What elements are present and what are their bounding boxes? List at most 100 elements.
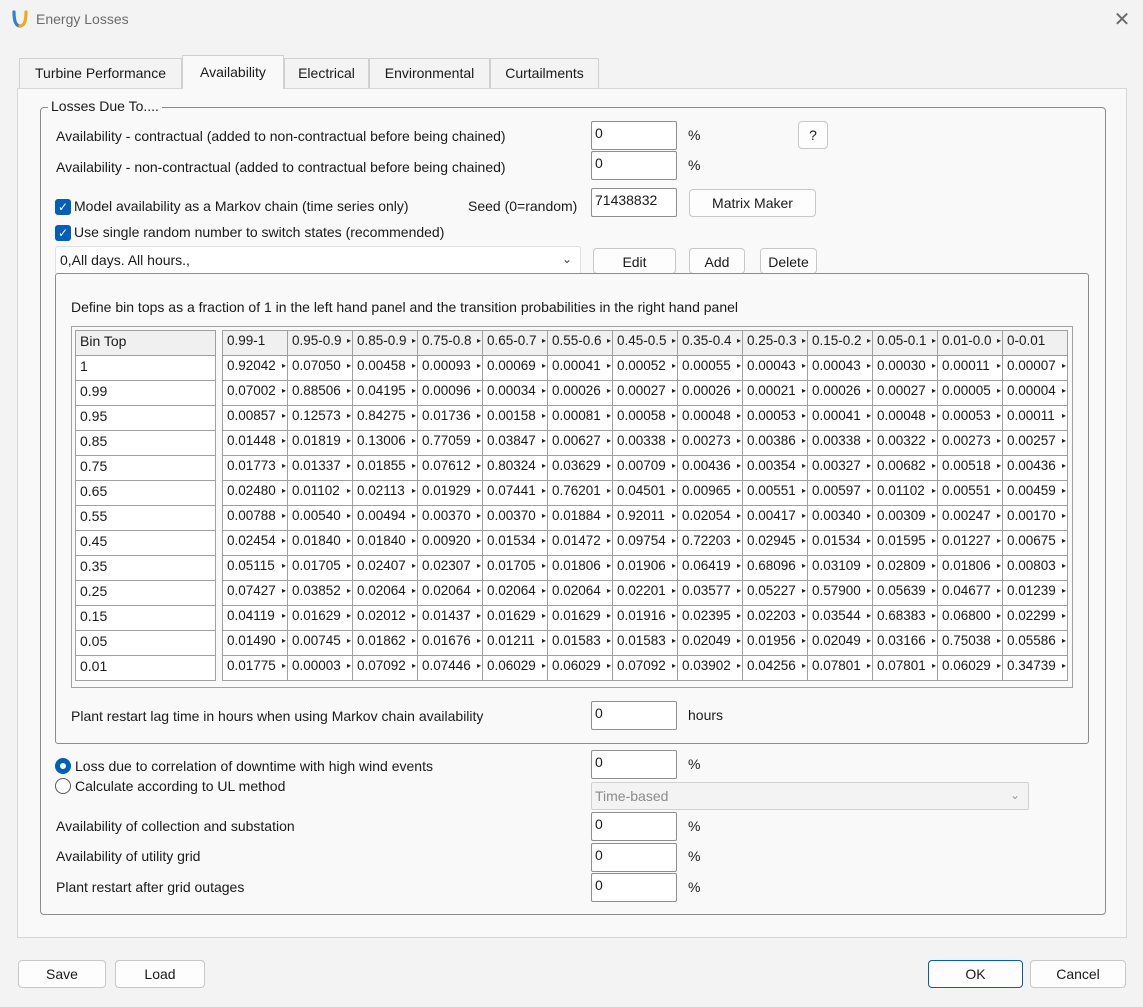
- matrix-cell[interactable]: 0.02064: [482, 580, 548, 606]
- tab-environmental[interactable]: Environmental: [369, 58, 490, 88]
- matrix-cell[interactable]: 0.00093: [417, 355, 483, 381]
- matrix-cell[interactable]: 0.04256: [742, 655, 808, 681]
- bin-top-cell[interactable]: 0.65: [75, 480, 216, 506]
- matrix-cell[interactable]: 0.01583: [612, 630, 678, 656]
- matrix-cell[interactable]: 0.01773: [222, 455, 288, 481]
- matrix-cell[interactable]: 0.00458: [352, 355, 418, 381]
- matrix-cell[interactable]: 0.07612: [417, 455, 483, 481]
- matrix-cell[interactable]: 0.01855: [352, 455, 418, 481]
- matrix-cell[interactable]: 0.77059: [417, 430, 483, 456]
- matrix-cell[interactable]: 0.01102: [287, 480, 353, 506]
- matrix-cell[interactable]: 0.12573: [287, 405, 353, 431]
- matrix-cell[interactable]: 0.00034: [482, 380, 548, 406]
- matrix-cell[interactable]: 0.00005: [937, 380, 1003, 406]
- matrix-cell[interactable]: 0.72203: [677, 530, 743, 556]
- matrix-maker-button[interactable]: Matrix Maker: [689, 189, 816, 217]
- help-button[interactable]: ?: [798, 121, 828, 149]
- bin-top-cell[interactable]: 0.15: [75, 605, 216, 631]
- matrix-cell[interactable]: 0.05639: [872, 580, 938, 606]
- matrix-cell[interactable]: 0.01629: [287, 605, 353, 631]
- matrix-cell[interactable]: 0.75038: [937, 630, 1003, 656]
- matrix-cell[interactable]: 0.00027: [872, 380, 938, 406]
- matrix-cell[interactable]: 0.05227: [742, 580, 808, 606]
- matrix-cell[interactable]: 0.02307: [417, 555, 483, 581]
- matrix-cell[interactable]: 0.00417: [742, 505, 808, 531]
- matrix-cell[interactable]: 0.03629: [547, 455, 613, 481]
- matrix-cell[interactable]: 0.00021: [742, 380, 808, 406]
- bin-top-cell[interactable]: 0.99: [75, 380, 216, 406]
- matrix-cell[interactable]: 0.01705: [287, 555, 353, 581]
- bin-top-cell[interactable]: 0.35: [75, 555, 216, 581]
- matrix-cell[interactable]: 0.01629: [482, 605, 548, 631]
- matrix-cell[interactable]: 0.01916: [612, 605, 678, 631]
- delete-button[interactable]: Delete: [760, 248, 817, 274]
- matrix-cell[interactable]: 0.00327: [807, 455, 873, 481]
- matrix-cell[interactable]: 0.00158: [482, 405, 548, 431]
- matrix-cell[interactable]: 0.00788: [222, 505, 288, 531]
- matrix-cell[interactable]: 0.80324: [482, 455, 548, 481]
- seed-input[interactable]: 71438832: [591, 188, 677, 217]
- matrix-cell[interactable]: 0.02480: [222, 480, 288, 506]
- matrix-cell[interactable]: 0.00682: [872, 455, 938, 481]
- matrix-cell[interactable]: 0.05586: [1002, 630, 1068, 656]
- matrix-cell[interactable]: 0.02407: [352, 555, 418, 581]
- restart-lag-input[interactable]: 0: [591, 701, 677, 730]
- matrix-cell[interactable]: 0.57900: [807, 580, 873, 606]
- high-wind-radio[interactable]: [55, 758, 71, 774]
- matrix-cell[interactable]: 0.00081: [547, 405, 613, 431]
- matrix-cell[interactable]: 0.00597: [807, 480, 873, 506]
- matrix-cell[interactable]: 0.01629: [547, 605, 613, 631]
- matrix-cell[interactable]: 0.03902: [677, 655, 743, 681]
- matrix-cell[interactable]: 0.02203: [742, 605, 808, 631]
- matrix-cell[interactable]: 0.00551: [742, 480, 808, 506]
- matrix-cell[interactable]: 0.68383: [872, 605, 938, 631]
- matrix-cell[interactable]: 0.00026: [677, 380, 743, 406]
- matrix-cell[interactable]: 0.07092: [352, 655, 418, 681]
- bin-top-cell[interactable]: 0.95: [75, 405, 216, 431]
- matrix-cell[interactable]: 0.00004: [1002, 380, 1068, 406]
- matrix-cell[interactable]: 0.04501: [612, 480, 678, 506]
- matrix-cell[interactable]: 0.00069: [482, 355, 548, 381]
- save-button[interactable]: Save: [18, 960, 106, 988]
- matrix-cell[interactable]: 0.00030: [872, 355, 938, 381]
- matrix-cell[interactable]: 0.00043: [807, 355, 873, 381]
- matrix-cell[interactable]: 0.00370: [482, 505, 548, 531]
- matrix-cell[interactable]: 0.07801: [872, 655, 938, 681]
- matrix-cell[interactable]: 0.04677: [937, 580, 1003, 606]
- tab-curtailments[interactable]: Curtailments: [490, 58, 599, 88]
- matrix-cell[interactable]: 0.00338: [807, 430, 873, 456]
- bin-top-cell[interactable]: 0.85: [75, 430, 216, 456]
- matrix-cell[interactable]: 0.01448: [222, 430, 288, 456]
- matrix-cell[interactable]: 0.00436: [677, 455, 743, 481]
- matrix-cell[interactable]: 0.01583: [547, 630, 613, 656]
- matrix-cell[interactable]: 0.07050: [287, 355, 353, 381]
- matrix-cell[interactable]: 0.03109: [807, 555, 873, 581]
- matrix-cell[interactable]: 0.00627: [547, 430, 613, 456]
- matrix-cell[interactable]: 0.01906: [612, 555, 678, 581]
- matrix-cell[interactable]: 0.01840: [352, 530, 418, 556]
- bin-top-cell[interactable]: 0.45: [75, 530, 216, 556]
- matrix-cell[interactable]: 0.00354: [742, 455, 808, 481]
- matrix-cell[interactable]: 0.01736: [417, 405, 483, 431]
- matrix-cell[interactable]: 0.07002: [222, 380, 288, 406]
- matrix-cell[interactable]: 0.00370: [417, 505, 483, 531]
- matrix-cell[interactable]: 0.02064: [547, 580, 613, 606]
- high-wind-input[interactable]: 0: [591, 750, 677, 779]
- matrix-cell[interactable]: 0.00745: [287, 630, 353, 656]
- matrix-cell[interactable]: 0.03847: [482, 430, 548, 456]
- matrix-cell[interactable]: 0.00540: [287, 505, 353, 531]
- markov-chain-checkbox[interactable]: ✓: [55, 199, 71, 215]
- tab-electrical[interactable]: Electrical: [284, 58, 369, 88]
- matrix-cell[interactable]: 0.03577: [677, 580, 743, 606]
- matrix-cell[interactable]: 0.02049: [677, 630, 743, 656]
- matrix-cell[interactable]: 0.06029: [547, 655, 613, 681]
- matrix-cell[interactable]: 0.03166: [872, 630, 938, 656]
- matrix-cell[interactable]: 0.34739: [1002, 655, 1068, 681]
- matrix-cell[interactable]: 0.00007: [1002, 355, 1068, 381]
- matrix-cell[interactable]: 0.00053: [937, 405, 1003, 431]
- matrix-cell[interactable]: 0.01102: [872, 480, 938, 506]
- matrix-cell[interactable]: 0.13006: [352, 430, 418, 456]
- matrix-cell[interactable]: 0.01862: [352, 630, 418, 656]
- collection-input[interactable]: 0: [591, 812, 677, 841]
- matrix-cell[interactable]: 0.00322: [872, 430, 938, 456]
